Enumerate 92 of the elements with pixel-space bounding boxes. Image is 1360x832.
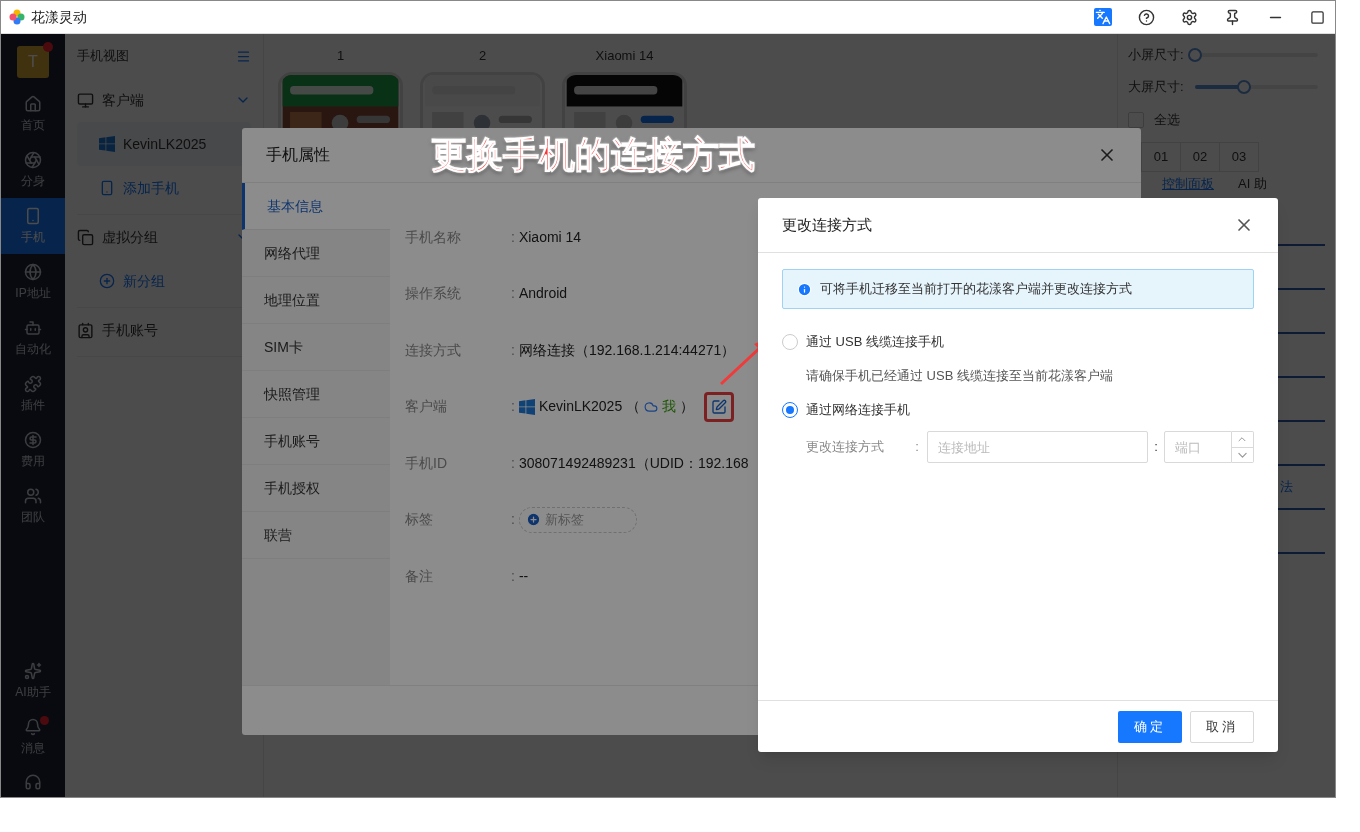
monitor-icon [77,91,94,109]
sparkles-icon [24,661,42,680]
bell-icon [24,717,42,736]
tree-group[interactable]: 客户端 [77,78,251,122]
panel-tab[interactable]: 控制面板 [1162,176,1214,192]
field-label: 操作系统 [405,284,462,304]
field-label: 手机ID [405,453,448,473]
field-label: 备注 [405,566,434,586]
side-tab[interactable]: 基本信息 [242,183,390,230]
plus-icon [99,273,115,289]
radio-label: 通过网络连接手机 [806,401,910,420]
address-field[interactable]: 连接地址 [927,431,1149,463]
screen-button[interactable]: 02 [1180,142,1220,172]
panel-tab[interactable]: AI 助 [1238,176,1267,192]
side-tab[interactable]: SIM卡 [242,324,390,371]
settings-icon[interactable] [1181,8,1198,26]
alert-text: 可将手机迁移至当前打开的花漾客户端并更改连接方式 [820,280,1132,299]
field-value: Xiaomi 14 [518,227,582,247]
form-label: 更改连接方式 [806,438,885,457]
hint-text: 请确保手机已经通过 USB 线缆连接至当前花漾客户端 [805,367,1114,386]
field-value: 308071492489231（UDID：192.168 [518,453,749,473]
screen-button[interactable]: 03 [1219,142,1259,172]
field-colon: : [511,284,515,304]
paren-text: ） [680,397,695,417]
coin-icon [24,430,42,449]
sidebar-title: 手机视图 [77,47,129,66]
globe-icon [24,262,42,281]
cancel-button[interactable]: 取消 [1190,710,1254,743]
maximize-icon[interactable] [1310,9,1325,25]
field-colon: : [511,453,515,473]
edit-icon [711,398,728,415]
puzzle-icon [24,374,42,393]
phone-label: 2 [478,47,487,65]
translate-icon[interactable] [1094,8,1112,26]
info-icon [797,281,812,297]
help-icon[interactable] [1138,8,1155,26]
field-label: 手机名称 [405,227,462,247]
field-colon: : [511,397,515,417]
users-icon [24,486,42,505]
annotation-text: 更换手机的连接方式 [431,133,755,177]
windows-icon [99,136,115,152]
form-colon: : [915,438,920,457]
side-tab[interactable]: 联营 [242,512,390,559]
phone-label: Xiaomi 14 [595,47,654,65]
phone-label: 1 [336,47,345,65]
slider-thumb[interactable] [1187,48,1202,62]
field-value: KevinLK2025 [538,397,623,417]
checkbox[interactable] [1128,112,1144,128]
aperture-icon [24,150,42,169]
field-value: Android [518,284,568,304]
robot-icon [24,318,42,337]
edit-button[interactable] [704,391,735,422]
dialog-title: 更改连接方式 [782,214,872,235]
slider-thumb[interactable] [1236,80,1251,94]
side-tab[interactable]: 快照管理 [242,371,390,418]
menu-icon[interactable] [236,48,251,64]
contact-card-icon [77,321,94,339]
number-spinner[interactable] [1232,431,1254,463]
field-label: 标签 [405,510,434,530]
side-tab[interactable]: 地理位置 [242,277,390,324]
field-colon: : [511,566,515,586]
field-colon: : [511,510,515,530]
copy-icon [77,228,94,246]
phone-icon [24,206,42,225]
flower-logo-icon [9,9,25,25]
paren-text: （ [626,397,641,417]
cloud-icon [644,399,659,414]
owner-text: 我 [662,397,677,417]
window-title: 花漾灵动 [31,7,87,27]
checkbox-label: 全选 [1154,111,1180,130]
headset-icon[interactable] [24,773,42,791]
field-colon: : [511,340,515,360]
windows-icon [518,398,535,415]
side-tab[interactable]: 手机授权 [242,465,390,512]
field-value: 网络连接（192.168.1.214:44271） [518,340,736,360]
panel-text: 法 [1280,478,1293,497]
home-icon [24,94,42,113]
tree-item[interactable]: KevinLK2025 [77,122,251,166]
modal-title: 手机属性 [266,145,330,165]
port-field[interactable]: 端口 [1164,431,1232,463]
field-label: 客户端 [405,397,448,417]
confirm-button[interactable]: 确定 [1118,710,1182,743]
field-label: 连接方式 [405,340,462,360]
field-value: -- [518,566,529,586]
radio-label: 通过 USB 线缆连接手机 [806,333,944,352]
side-tab[interactable]: 手机账号 [242,418,390,465]
side-tab[interactable]: 网络代理 [242,230,390,277]
pin-icon[interactable] [1224,8,1241,26]
plus-icon [525,512,541,528]
phone-icon [99,180,115,196]
field-colon: : [511,227,515,247]
separator-text: : [1153,438,1159,457]
